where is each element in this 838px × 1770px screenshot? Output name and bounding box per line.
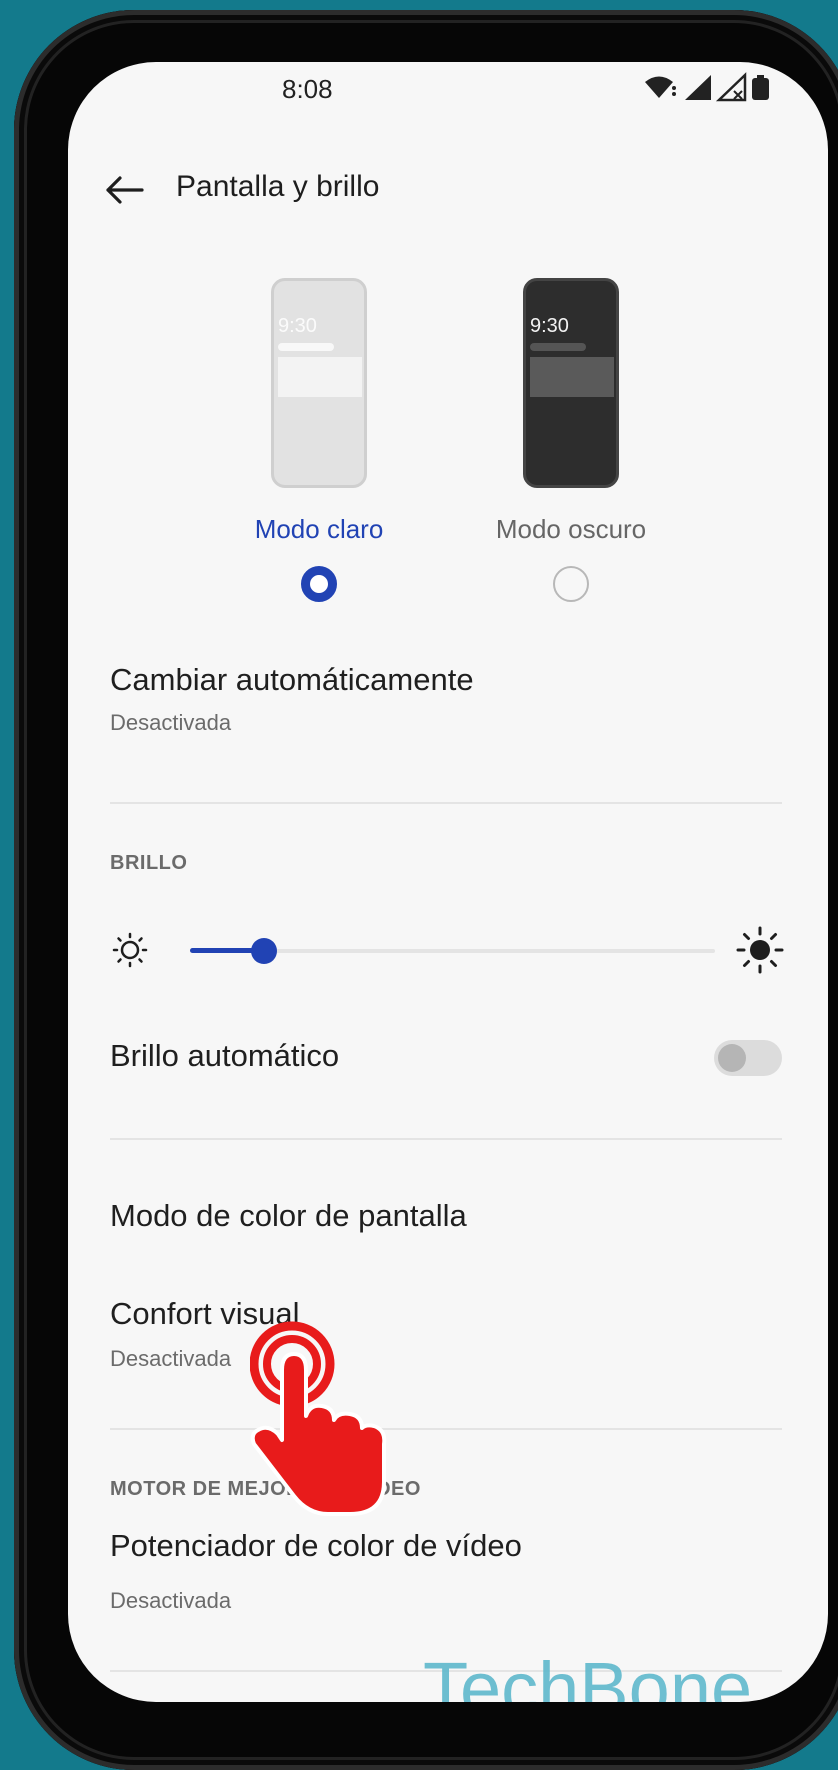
light-mode-preview[interactable]: 9:30 (271, 278, 367, 488)
brightness-slider-thumb[interactable] (250, 938, 277, 964)
signal-empty-icon (715, 72, 747, 102)
brightness-high-icon (736, 926, 784, 974)
auto-switch-title[interactable]: Cambiar automáticamente (110, 662, 474, 698)
dark-mode-preview[interactable]: 9:30 (523, 278, 619, 488)
battery-icon (752, 75, 769, 100)
dark-mode-label[interactable]: Modo oscuro (461, 514, 681, 545)
preview-block (530, 357, 614, 397)
preview-time: 9:30 (530, 315, 569, 337)
brightness-low-icon (112, 932, 148, 968)
divider (110, 1428, 782, 1430)
status-icons (645, 72, 769, 102)
light-mode-radio[interactable] (301, 566, 337, 602)
preview-time: 9:30 (278, 315, 317, 337)
auto-brightness-toggle[interactable] (714, 1040, 782, 1076)
dark-mode-radio[interactable] (553, 566, 589, 602)
watermark: TechBone (423, 1647, 753, 1702)
wifi-icon (645, 76, 676, 98)
video-booster-subtitle: Desactivada (110, 1588, 232, 1613)
auto-brightness-title[interactable]: Brillo automático (110, 1038, 339, 1074)
light-mode-label[interactable]: Modo claro (209, 514, 429, 545)
status-time: 8:08 (282, 74, 333, 104)
divider (110, 1138, 782, 1140)
eye-comfort-subtitle: Desactivada (110, 1346, 232, 1371)
tap-hand-icon (250, 1321, 387, 1516)
phone-frame: 8:08 Pantalla y brillo 9:30 9:30 Modo cl… (14, 10, 838, 1770)
auto-switch-subtitle: Desactivada (110, 710, 232, 735)
page-title: Pantalla y brillo (176, 170, 380, 203)
toggle-knob (718, 1044, 746, 1072)
video-booster-title[interactable]: Potenciador de color de vídeo (110, 1528, 522, 1564)
preview-bar (530, 343, 586, 351)
brightness-section-label: BRILLO (110, 852, 188, 874)
signal-icon (685, 75, 711, 100)
preview-bar (278, 343, 334, 351)
color-mode-title[interactable]: Modo de color de pantalla (110, 1198, 467, 1234)
divider (110, 802, 782, 804)
preview-block (278, 357, 362, 397)
back-arrow-icon[interactable] (102, 168, 146, 212)
screen: 8:08 Pantalla y brillo 9:30 9:30 Modo cl… (68, 62, 828, 1702)
